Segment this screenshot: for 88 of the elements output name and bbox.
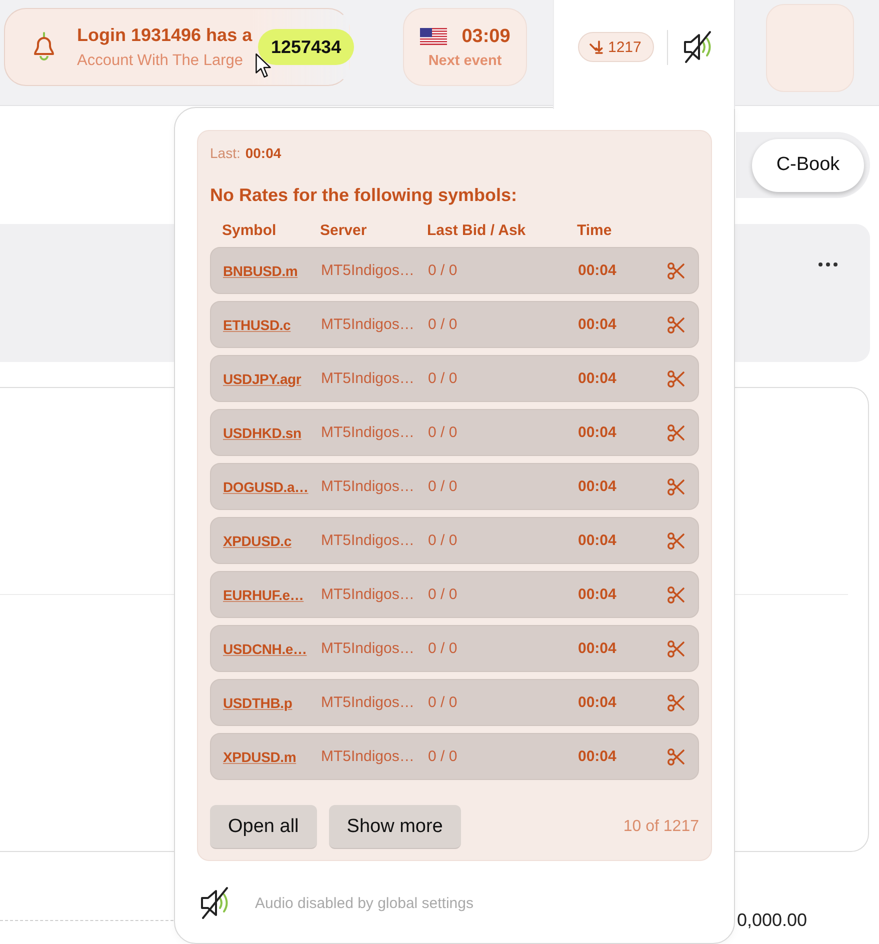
scissors-icon[interactable]: [667, 586, 685, 604]
column-header: Time: [577, 222, 613, 238]
symbol-link[interactable]: EURHUF.e…: [223, 586, 321, 602]
time-cell-text: 00:04: [578, 640, 618, 657]
symbol-row[interactable]: EURHUF.e… MT5Indigos… 0 / 0 00:04: [210, 571, 699, 618]
symbol-link[interactable]: BNBUSD.m: [223, 262, 321, 278]
bid-ask-cell-text: 0 / 0: [428, 748, 458, 765]
server-cell-text: MT5Indigos…: [321, 640, 416, 657]
server-cell-text: MT5Indigos…: [321, 424, 416, 441]
bell-icon: [31, 31, 57, 63]
symbol-link[interactable]: DOGUSD.a…: [223, 478, 321, 494]
scissors-icon[interactable]: [667, 424, 685, 442]
symbol-link[interactable]: XPDUSD.m: [223, 748, 321, 764]
symbol-link[interactable]: XPDUSD.c: [223, 532, 321, 548]
symbol-link[interactable]: USDHKD.sn: [223, 424, 321, 440]
bid-ask-cell-text: 0 / 0: [428, 316, 458, 333]
action-button[interactable]: Show more: [328, 805, 461, 849]
scissors-icon[interactable]: [667, 478, 685, 496]
alerts-tab[interactable]: 1217: [553, 0, 735, 109]
more-icon[interactable]: [818, 262, 838, 267]
scissors-icon[interactable]: [667, 316, 685, 334]
next-event-card[interactable]: 03:09 Next event: [403, 8, 527, 86]
book-option[interactable]: C-Book: [752, 138, 864, 192]
symbol-row[interactable]: USDTHB.p MT5Indigos… 0 / 0 00:04: [210, 679, 699, 726]
time-cell-text: 00:04: [578, 748, 618, 765]
notification-title: Login 1931496 has a: [77, 24, 252, 46]
column-header: Last Bid / Ask: [427, 222, 527, 238]
scissors-icon[interactable]: [667, 694, 685, 712]
server-cell-text: MT5Indigos…: [321, 316, 416, 333]
symbol-row[interactable]: ETHUSD.c MT5Indigos… 0 / 0 00:04: [210, 301, 699, 348]
time-cell-text: 00:04: [578, 370, 618, 387]
bid-ask-cell-text: 0 / 0: [428, 532, 458, 549]
amount-text: 0,000.00: [737, 910, 808, 930]
time-cell-text: 00:04: [578, 424, 618, 441]
server-cell-text: MT5Indigos…: [321, 262, 416, 279]
server-cell-text: MT5Indigos…: [321, 478, 416, 495]
scissors-icon[interactable]: [667, 532, 685, 550]
time-cell-text: 00:04: [578, 532, 618, 549]
strike-arrow-icon: [589, 40, 603, 54]
notification-message: Account With The Large: [77, 50, 244, 70]
symbol-link[interactable]: USDTHB.p: [223, 694, 321, 710]
time-cell-text: 00:04: [578, 694, 618, 711]
column-header: Server: [320, 222, 368, 238]
symbol-row[interactable]: USDHKD.sn MT5Indigos… 0 / 0 00:04: [210, 409, 699, 456]
symbol-link[interactable]: ETHUSD.c: [223, 316, 321, 332]
action-button[interactable]: Open all: [210, 805, 317, 849]
symbol-row[interactable]: BNBUSD.m MT5Indigos… 0 / 0 00:04: [210, 247, 699, 294]
bid-ask-cell-text: 0 / 0: [428, 586, 458, 603]
flag-icon: [420, 28, 447, 45]
symbol-link[interactable]: USDCNH.e…: [223, 640, 321, 656]
symbol-link[interactable]: USDJPY.agr: [223, 370, 321, 386]
tile-button[interactable]: [766, 4, 854, 92]
bid-ask-cell-text: 0 / 0: [428, 424, 458, 441]
cursor-icon: [255, 53, 272, 79]
scissors-icon[interactable]: [667, 262, 685, 280]
scissors-icon[interactable]: [667, 640, 685, 658]
server-cell-text: MT5Indigos…: [321, 586, 416, 603]
event-label: Next event: [428, 52, 502, 68]
bid-ask-cell-text: 0 / 0: [428, 370, 458, 387]
symbol-row[interactable]: DOGUSD.a… MT5Indigos… 0 / 0 00:04: [210, 463, 699, 510]
time-cell-text: 00:04: [578, 262, 618, 279]
alert-count-button[interactable]: 1217: [578, 32, 654, 62]
bid-ask-cell-text: 0 / 0: [428, 478, 458, 495]
panel-heading: No Rates for the following symbols:: [210, 184, 518, 206]
bid-ask-cell-text: 0 / 0: [428, 640, 458, 657]
bid-ask-cell-text: 0 / 0: [428, 694, 458, 711]
server-cell-text: MT5Indigos…: [321, 532, 416, 549]
time-cell-text: 00:04: [578, 316, 618, 333]
scissors-icon[interactable]: [667, 370, 685, 388]
symbol-row[interactable]: USDJPY.agr MT5Indigos… 0 / 0 00:04: [210, 355, 699, 402]
event-countdown: 03:09: [462, 26, 510, 48]
audio-status-text: Audio disabled by global settings: [255, 894, 474, 912]
server-cell-text: MT5Indigos…: [321, 748, 416, 765]
time-cell-text: 00:04: [578, 586, 618, 603]
symbol-row[interactable]: XPDUSD.c MT5Indigos… 0 / 0 00:04: [210, 517, 699, 564]
symbol-row[interactable]: USDCNH.e… MT5Indigos… 0 / 0 00:04: [210, 625, 699, 672]
last-label: Last:: [210, 145, 240, 161]
symbol-row[interactable]: XPDUSD.m MT5Indigos… 0 / 0 00:04: [210, 733, 699, 780]
last-time: 00:04: [245, 145, 282, 161]
shown-count: 10 of 1217: [623, 818, 699, 836]
scissors-icon[interactable]: [667, 748, 685, 766]
id-tooltip: 1257434: [258, 29, 354, 65]
server-cell-text: MT5Indigos…: [321, 694, 416, 711]
muted-speaker-icon[interactable]: [199, 885, 231, 921]
server-cell-text: MT5Indigos…: [321, 370, 416, 387]
column-header: Symbol: [222, 222, 278, 238]
time-cell-text: 00:04: [578, 478, 618, 495]
bid-ask-cell-text: 0 / 0: [428, 262, 458, 279]
